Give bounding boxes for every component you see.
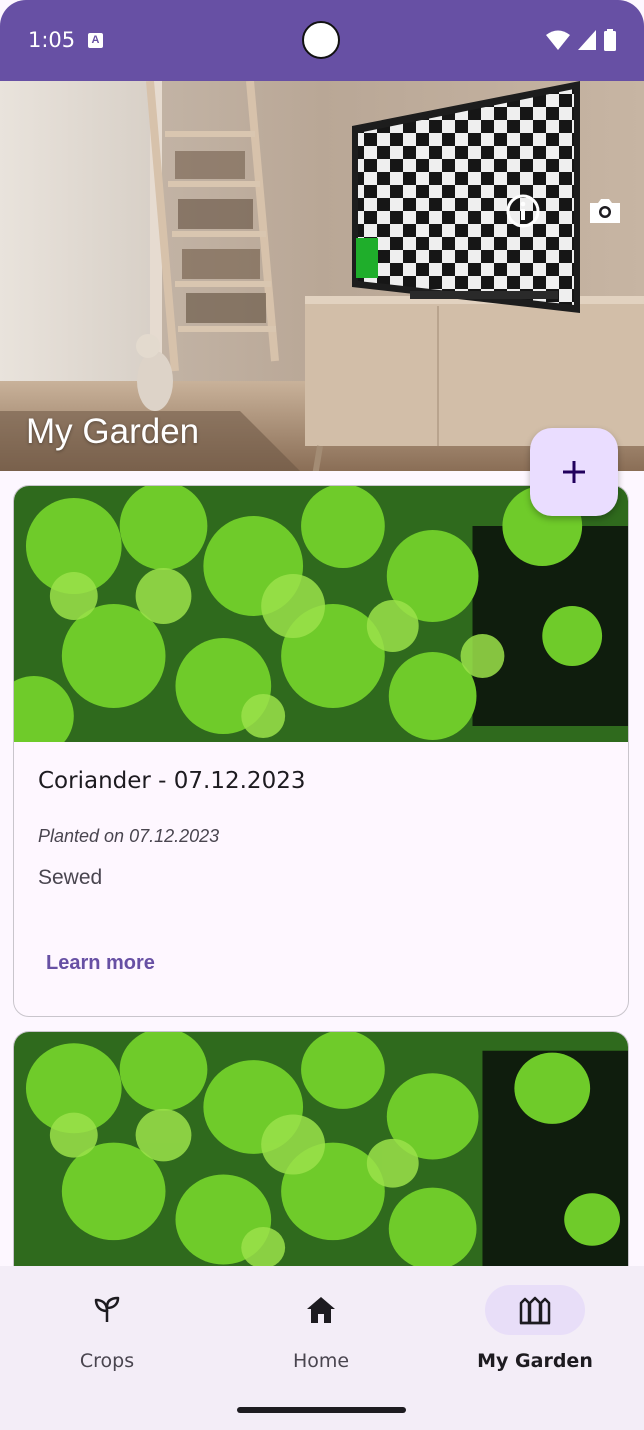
nav-item-home[interactable]: Home [214,1266,428,1396]
front-camera-cutout [302,21,340,59]
nav-label-crops: Crops [79,1350,135,1372]
camera-icon[interactable] [587,193,623,229]
status-bar: 1:05 A [0,0,644,81]
home-icon [307,1297,335,1323]
coriander-photo [14,486,628,742]
sprout-icon [94,1296,120,1322]
nav-indicator [57,1285,157,1335]
battery-icon [604,29,616,51]
wifi-icon [546,30,570,50]
nav-label-my-garden: My Garden [477,1350,593,1372]
status-icons [546,29,616,51]
nav-indicator [271,1285,371,1335]
planted-date: Planted on 07.12.2023 [38,826,220,846]
gesture-navigation-bar[interactable] [237,1407,406,1413]
add-crop-button[interactable] [530,428,618,516]
garden-fence-icon [519,1296,551,1325]
crop-status: Sewed [38,866,103,889]
coriander-photo [14,1032,628,1272]
a-badge-icon: A [88,33,103,48]
page-title: My Garden [26,412,200,451]
nav-indicator-active [485,1285,585,1335]
info-icon[interactable] [505,193,541,229]
card-title: Coriander - 07.12.2023 [38,768,306,794]
crop-card[interactable] [13,1031,629,1291]
bottom-navigation: Crops Home My Garden [0,1266,644,1430]
nav-item-my-garden[interactable]: My Garden [428,1266,642,1396]
crop-card[interactable]: Coriander - 07.12.2023 Planted on 07.12.… [13,485,629,1017]
status-time: 1:05 [28,28,76,52]
nav-item-crops[interactable]: Crops [0,1266,214,1396]
plus-icon [563,461,585,483]
nav-label-home: Home [292,1350,350,1372]
learn-more-button[interactable]: Learn more [38,946,163,981]
cellular-signal-icon [578,30,596,50]
